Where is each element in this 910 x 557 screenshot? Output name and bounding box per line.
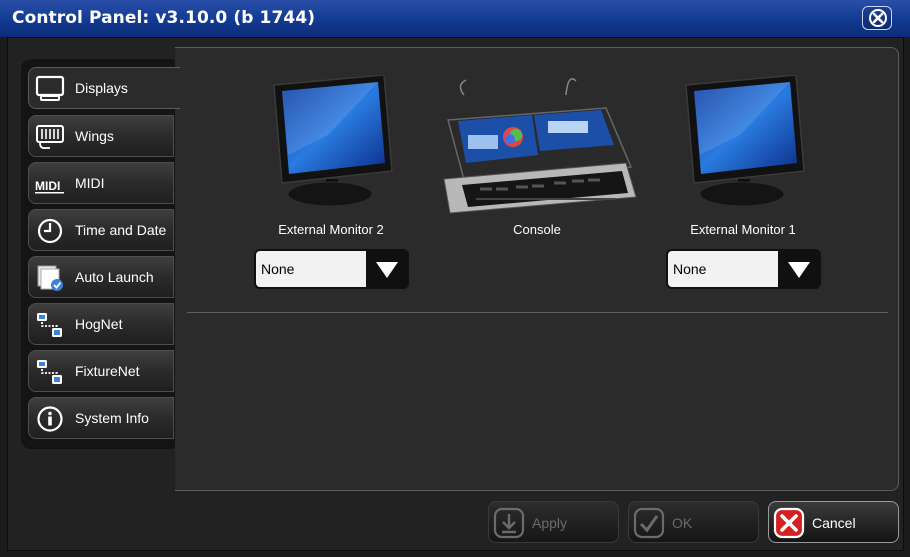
network-icon: [37, 313, 62, 337]
title-bar: Control Panel: v3.10.0 (b 1744): [0, 0, 910, 38]
ok-button[interactable]: OK: [628, 501, 759, 543]
console-image: [443, 78, 637, 214]
tab-label: System Info: [75, 410, 149, 426]
tab-label: Wings: [75, 128, 114, 144]
external-monitor-2-image: [273, 75, 393, 207]
close-icon: [869, 9, 887, 27]
chevron-down-icon: [376, 262, 398, 278]
tab-hognet[interactable]: HogNet: [28, 303, 174, 345]
external-monitor-2-dropdown[interactable]: None: [254, 249, 409, 289]
tab-label: MIDI: [75, 175, 105, 191]
external-monitor-1-image: [685, 75, 805, 207]
external-monitor-1-label: External Monitor 1: [690, 222, 796, 237]
midi-icon: MIDI: [35, 179, 64, 194]
external-monitor-2-label: External Monitor 2: [278, 222, 384, 237]
wing-icon: [36, 125, 64, 150]
ok-label: OK: [672, 515, 693, 531]
info-icon: [37, 406, 63, 432]
auto-launch-icon: [37, 265, 63, 291]
tab-system-info[interactable]: System Info: [28, 397, 174, 439]
tab-label: Auto Launch: [75, 269, 154, 285]
network-icon: [37, 360, 62, 384]
clock-icon: [37, 218, 63, 244]
console-label: Console: [513, 222, 561, 237]
monitor-icon: [35, 75, 65, 101]
tab-displays[interactable]: Displays: [28, 67, 180, 109]
tab-fixturenet[interactable]: FixtureNet: [28, 350, 174, 392]
window-title: Control Panel: v3.10.0 (b 1744): [12, 8, 316, 28]
cancel-label: Cancel: [812, 515, 856, 531]
apply-button[interactable]: Apply: [488, 501, 619, 543]
tab-time-and-date[interactable]: Time and Date: [28, 209, 174, 251]
tab-label: HogNet: [75, 316, 123, 332]
tab-label: FixtureNet: [75, 363, 140, 379]
apply-download-icon: [493, 507, 525, 539]
tab-label: Time and Date: [75, 222, 167, 238]
tab-wings[interactable]: Wings: [28, 115, 174, 157]
apply-label: Apply: [532, 515, 568, 531]
cancel-button[interactable]: Cancel: [768, 501, 899, 543]
tab-label: Displays: [75, 80, 128, 96]
tab-midi[interactable]: MIDI MIDI: [28, 162, 174, 204]
close-button[interactable]: [862, 6, 892, 30]
tab-auto-launch[interactable]: Auto Launch: [28, 256, 174, 298]
checkmark-icon: [633, 507, 665, 539]
external-monitor-1-dropdown[interactable]: None: [666, 249, 821, 289]
svg-text:MIDI: MIDI: [35, 179, 60, 193]
divider: [187, 312, 888, 313]
cancel-x-icon: [773, 507, 805, 539]
chevron-down-icon: [788, 262, 810, 278]
dropdown-value: None: [256, 251, 366, 287]
dropdown-value: None: [668, 251, 778, 287]
